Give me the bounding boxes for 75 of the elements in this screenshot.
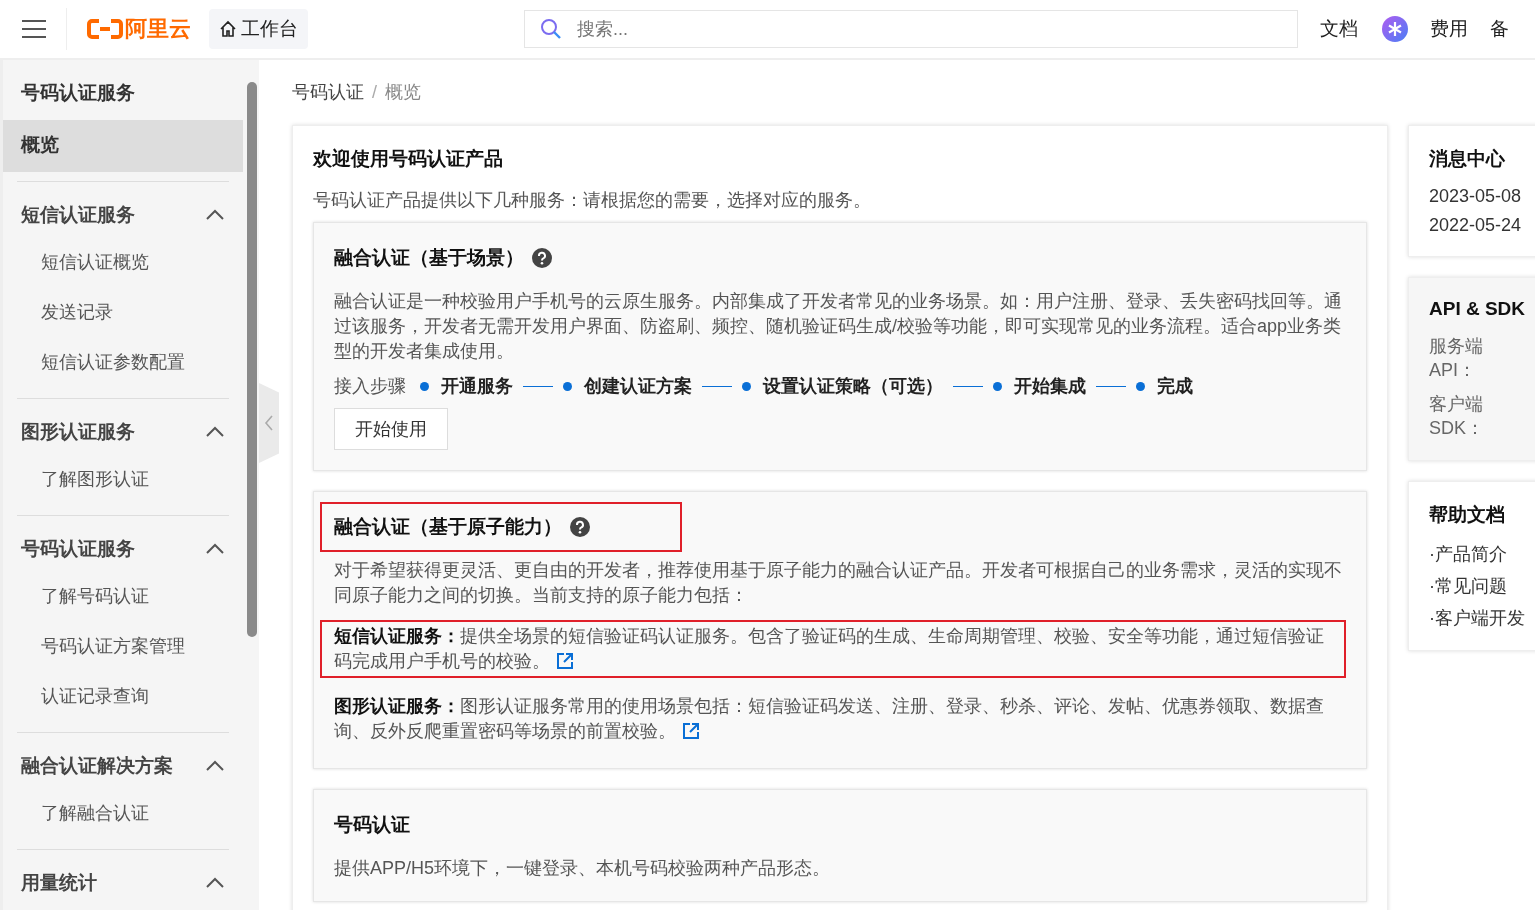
step-connector xyxy=(1096,385,1126,387)
sidebar-item[interactable]: 概览 xyxy=(3,120,243,172)
external-link-icon[interactable] xyxy=(556,652,574,670)
sidebar-item[interactable]: 了解图形认证 xyxy=(3,456,243,506)
sidebar-group-header[interactable]: 用量统计 xyxy=(3,859,243,907)
step-label: 开始集成 xyxy=(1014,375,1086,398)
search-icon xyxy=(540,18,562,40)
step-label: 完成 xyxy=(1157,375,1193,398)
description-text: 对于希望获得更灵活、更自由的开发者，推荐使用基于原子能力的融合认证产品。开发者可根据自己的业务需求，灵活的实现不同原子能力之间的切换。当前支持的原子能力包括： xyxy=(334,559,1343,607)
message-link[interactable]: 2023-05-08 xyxy=(1429,186,1535,207)
step-label: 开通服务 xyxy=(441,375,513,398)
card-title: 帮助文档 xyxy=(1429,503,1506,527)
step-connector xyxy=(953,385,983,387)
nav-link[interactable]: 费用 xyxy=(1430,16,1468,42)
step-dot xyxy=(563,381,572,391)
home-icon xyxy=(219,20,237,38)
help-icon[interactable] xyxy=(570,517,590,537)
breadcrumb-item: 概览 xyxy=(385,82,421,102)
scrollbar[interactable] xyxy=(243,60,259,910)
chevron-left-icon xyxy=(264,414,274,432)
capability-text: 短信认证服务：提供全场景的短信验证码认证服务。包含了验证码的生成、生命周期管理、校验、安全等功能，通过短信验证码完成用户手机号的校验。 xyxy=(320,620,1346,678)
capability-text: 图形认证服务：图形认证服务常用的使用场景包括：短信验证码发送、注册、登录、秒杀、评论、发帖、优惠券领取、数据查询、反外反爬重置密码等场景的前置校验。 xyxy=(333,695,1325,743)
sidebar-item[interactable]: 号码认证方案管理 xyxy=(3,623,243,673)
sidebar-item[interactable]: 认证记录查询 xyxy=(3,673,243,723)
menu-icon[interactable] xyxy=(20,19,48,39)
search-field[interactable]: 搜索... xyxy=(524,10,1298,48)
intro-text: 号码认证产品提供以下几种服务：请根据您的需要，选择对应的服务。 xyxy=(313,189,872,212)
message-link[interactable]: 2022-05-24 xyxy=(1429,215,1535,236)
step-connector xyxy=(523,385,553,387)
nav-link[interactable]: 备 xyxy=(1490,16,1509,42)
steps-label: 接入步骤 xyxy=(334,375,406,398)
chevron-icon xyxy=(205,426,225,438)
section-title: 融合认证（基于场景） xyxy=(320,233,566,283)
help-icon[interactable] xyxy=(532,248,552,268)
api-label: 服务端API： xyxy=(1429,335,1484,382)
chevron-icon xyxy=(205,877,225,889)
external-link-icon[interactable] xyxy=(682,722,700,740)
sidebar-item[interactable]: 了解号码认证 xyxy=(3,573,243,623)
sidebar-group-header[interactable]: 短信认证服务 xyxy=(3,191,243,239)
sidebar-item[interactable]: 了解融合认证 xyxy=(3,790,243,840)
sidebar-group-header[interactable]: 融合认证解决方案 xyxy=(3,742,243,790)
chevron-icon xyxy=(205,209,225,221)
sidebar-item[interactable]: 短信认证参数配置 xyxy=(3,339,243,389)
step-dot xyxy=(1136,381,1145,391)
section-title: 号码认证 xyxy=(333,813,411,837)
section-title: 融合认证（基于原子能力） xyxy=(320,502,682,552)
card-title: 欢迎使用号码认证产品 xyxy=(313,147,504,171)
breadcrumb-separator: / xyxy=(372,82,377,102)
sidebar-title: 号码认证服务 xyxy=(20,81,136,105)
help-link[interactable]: ·产品简介 xyxy=(1429,542,1535,566)
step-connector xyxy=(702,385,732,387)
help-link[interactable]: ·常见问题 xyxy=(1429,574,1535,598)
sidebar-item[interactable]: 短信认证概览 xyxy=(3,239,243,289)
step-label: 创建认证方案 xyxy=(584,375,692,398)
start-button[interactable]: 开始使用 xyxy=(334,408,448,450)
step-dot xyxy=(993,381,1002,391)
workbench-button[interactable]: 工作台 xyxy=(209,9,308,49)
description-text: 提供APP/H5环境下，一键登录、本机号码校验两种产品形态。 xyxy=(334,857,832,880)
chevron-icon xyxy=(205,543,225,555)
breadcrumb-item[interactable]: 号码认证 xyxy=(292,82,364,102)
step-dot xyxy=(420,381,429,391)
api-label: 客户端SDK： xyxy=(1429,393,1485,440)
help-link[interactable]: ·客户端开发 xyxy=(1429,606,1535,630)
nav-link[interactable]: 文档 xyxy=(1320,16,1358,42)
step-label: 设置认证策略（可选） xyxy=(763,375,943,398)
card-title: API & SDK xyxy=(1429,298,1527,320)
sidebar-item[interactable]: 发送记录 xyxy=(3,289,243,339)
sidebar-group-header[interactable]: 号码认证服务 xyxy=(3,525,243,573)
description-text: 融合认证是一种校验用户手机号的云原生服务。内部集成了开发者常见的业务场景。如：用户注册、登录、丢失密码找回等。通过该服务，开发者无需开发用户界面、防盗刷、频控、随机验证码生成/校验等功能，即可实现常见的业务流程。适合app业务类型的开发者集成使用。 xyxy=(334,290,1343,363)
logo-icon xyxy=(87,18,123,40)
sidebar-group-header[interactable]: 图形认证服务 xyxy=(3,408,243,456)
chevron-icon xyxy=(205,760,225,772)
sparkle-avatar-icon[interactable] xyxy=(1382,16,1408,42)
card-title: 消息中心 xyxy=(1429,147,1506,171)
step-dot xyxy=(742,381,751,391)
